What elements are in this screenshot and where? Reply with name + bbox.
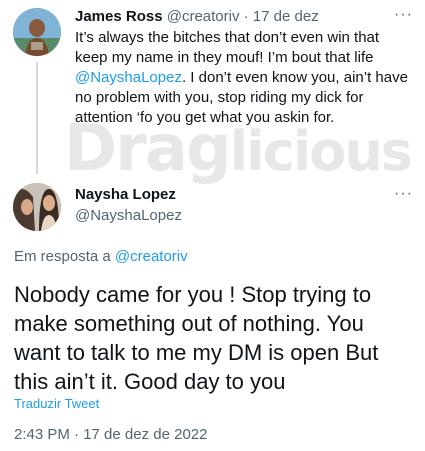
translate-tweet-link[interactable]: Traduzir Tweet: [14, 396, 99, 411]
watermark-part2: licious: [229, 120, 413, 183]
reply-prefix: Em resposta a: [14, 248, 115, 265]
avatar-james-ross[interactable]: [13, 8, 61, 56]
reply-tweet: James Ross @creatoriv · 17 de dez ··· It…: [0, 0, 425, 186]
avatar-image: [13, 183, 61, 231]
author-line: James Ross @creatoriv · 17 de dez: [75, 8, 319, 25]
author-handle[interactable]: @creatoriv: [167, 8, 240, 25]
dot-separator: ·: [243, 8, 249, 25]
tweet-body: It’s always the bitches that don’t even …: [75, 28, 415, 128]
tweet-timestamp[interactable]: 2:43 PM · 17 de dez de 2022: [14, 426, 207, 443]
reply-context: Em resposta a @creatoriv: [14, 248, 188, 265]
mention-link[interactable]: @NayshaLopez: [75, 69, 182, 86]
reply-mention-link[interactable]: @creatoriv: [115, 248, 188, 265]
avatar-image: [13, 8, 61, 56]
more-options-icon[interactable]: ···: [394, 6, 413, 24]
more-options-icon[interactable]: ···: [394, 185, 413, 203]
thread-line: [36, 62, 38, 174]
avatar-naysha-lopez[interactable]: [13, 183, 61, 231]
main-author-handle[interactable]: @NayshaLopez: [75, 207, 182, 224]
main-tweet-text: Nobody came for you ! Stop trying to mak…: [14, 282, 379, 394]
main-author-name[interactable]: Naysha Lopez: [75, 186, 176, 203]
tweet-text-part1: It’s always the bitches that don’t even …: [75, 29, 380, 66]
tweet-date[interactable]: 17 de dez: [253, 8, 319, 25]
author-name[interactable]: James Ross: [75, 8, 163, 25]
